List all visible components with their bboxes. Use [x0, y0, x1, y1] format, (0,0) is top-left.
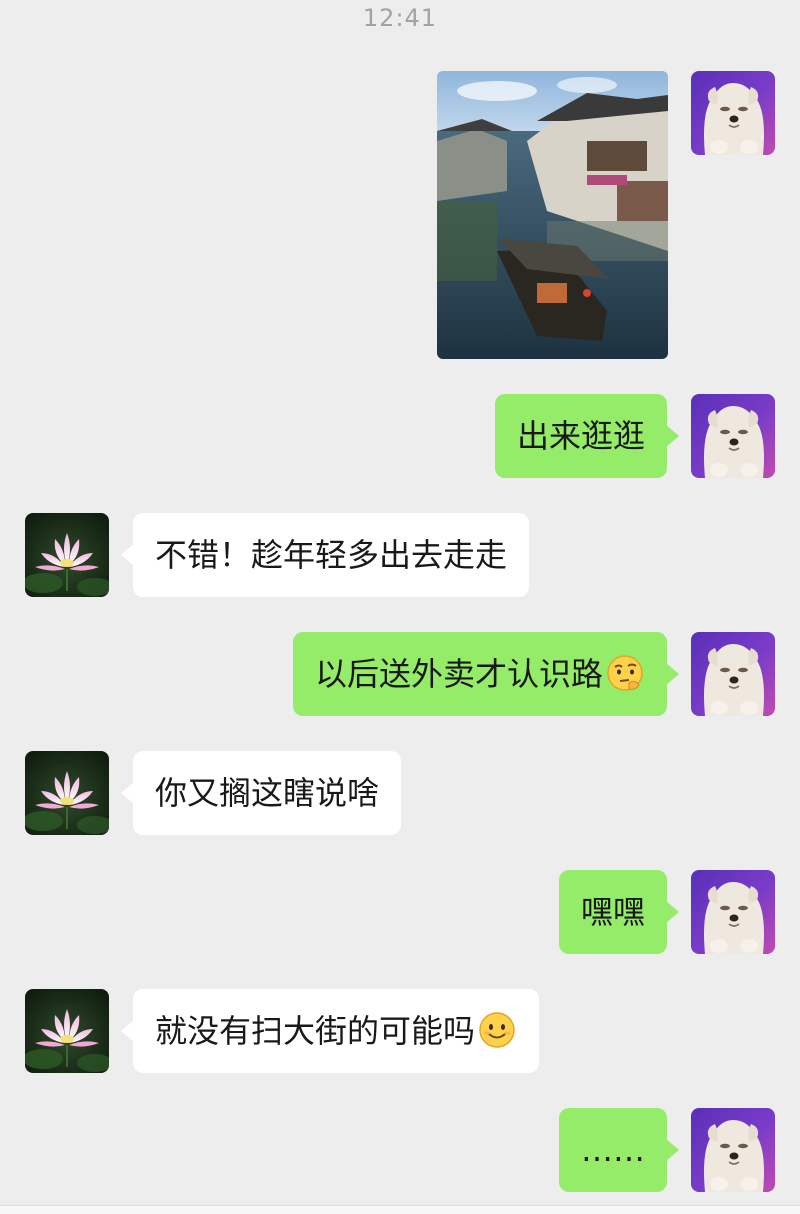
chat-timestamp: 12:41: [362, 4, 438, 32]
message-bubble-received[interactable]: 就没有扫大街的可能吗: [120, 989, 540, 1073]
my-avatar[interactable]: [691, 870, 775, 954]
my-avatar[interactable]: [691, 71, 775, 155]
my-avatar[interactable]: [691, 1108, 775, 1192]
shared-photo[interactable]: [437, 71, 668, 359]
message-text: 不错！趁年轻多出去走走: [155, 536, 508, 574]
message-text: 出来逛逛: [516, 417, 645, 455]
contact-avatar[interactable]: [25, 989, 109, 1073]
message-text: 你又搁这瞎说啥: [155, 774, 380, 812]
message-bubble-sent[interactable]: 嘿嘿: [558, 870, 680, 954]
my-avatar[interactable]: [691, 632, 775, 716]
message-text: 就没有扫大街的可能吗: [155, 1012, 476, 1050]
my-avatar[interactable]: [691, 394, 775, 478]
contact-avatar[interactable]: [25, 751, 109, 835]
message-bubble-received[interactable]: 不错！趁年轻多出去走走: [120, 513, 530, 597]
message-text: 以后送外卖才认识路: [314, 655, 603, 693]
message-text: 嘿嘿: [580, 893, 645, 931]
message-text: ……: [581, 1131, 645, 1169]
thinking-emoji-icon: [605, 653, 645, 693]
message-bubble-sent[interactable]: 出来逛逛: [494, 394, 680, 478]
message-bubble-received[interactable]: 你又搁这瞎说啥: [120, 751, 402, 835]
smile-emoji-icon: [477, 1010, 517, 1050]
contact-avatar[interactable]: [25, 513, 109, 597]
message-bubble-sent[interactable]: ……: [559, 1108, 679, 1192]
message-bubble-sent[interactable]: 以后送外卖才认识路: [292, 632, 680, 716]
